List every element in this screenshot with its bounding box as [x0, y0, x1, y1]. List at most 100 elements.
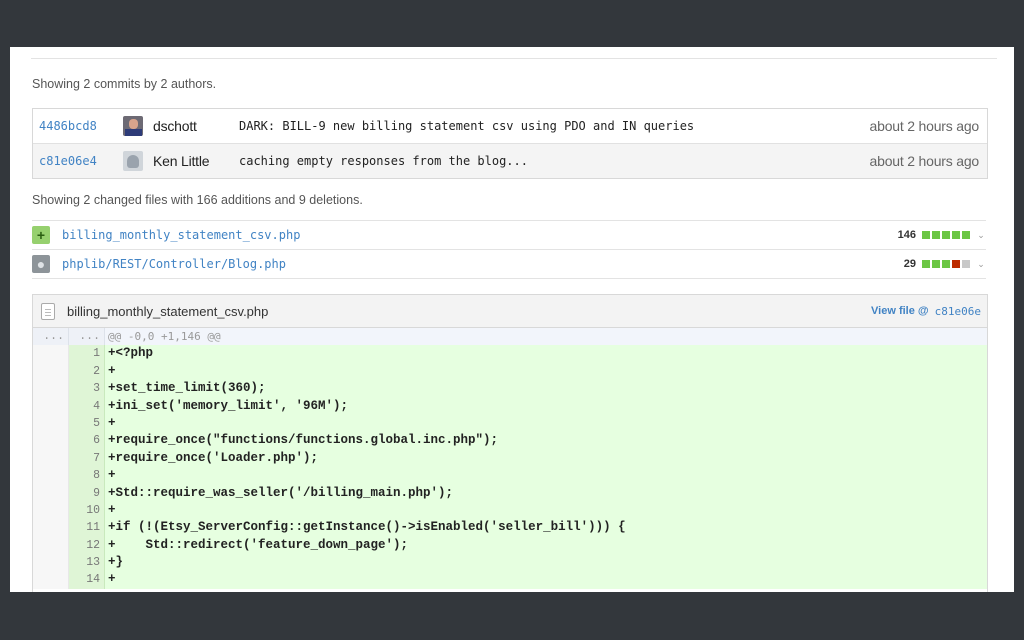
- code-line: +set_time_limit(360);: [105, 380, 987, 398]
- diffstat-block: [922, 260, 930, 268]
- new-line-number[interactable]: 11: [69, 519, 105, 537]
- changed-files-list: + billing_monthly_statement_csv.php 146 …: [32, 220, 986, 279]
- old-line-number[interactable]: [33, 432, 69, 450]
- old-line-number[interactable]: [33, 414, 69, 433]
- commit-message[interactable]: caching empty responses from the blog...: [239, 154, 870, 168]
- diff-line: 9 +Std::require_was_seller('/billing_main…: [33, 484, 987, 502]
- commit-author[interactable]: dschott: [153, 118, 239, 134]
- commits-summary: Showing 2 commits by 2 authors.: [32, 77, 217, 91]
- diffstat-bar: [922, 231, 970, 239]
- slide: Showing 2 commits by 2 authors. 4486bcd8…: [10, 47, 1014, 592]
- file-link[interactable]: billing_monthly_statement_csv.php: [62, 228, 898, 242]
- commit-list: 4486bcd8 dschott DARK: BILL-9 new billin…: [32, 108, 988, 179]
- new-line-number[interactable]: 13: [69, 554, 105, 572]
- diff-line: 1 +<?php: [33, 345, 987, 363]
- code-line: +Std::require_was_seller('/billing_main.…: [105, 484, 987, 502]
- code-line: +: [105, 501, 987, 520]
- diffstat-block: [952, 260, 960, 268]
- new-line-number[interactable]: 8: [69, 467, 105, 485]
- commit-author[interactable]: Ken Little: [153, 153, 239, 169]
- diff-line: 11 +if (!(Etsy_ServerConfig::getInstance(…: [33, 519, 987, 537]
- old-line-number[interactable]: ...: [33, 328, 69, 346]
- code-line: +require_once("functions/functions.globa…: [105, 432, 987, 450]
- change-count: 146: [897, 229, 916, 241]
- commit-row: c81e06e4 Ken Little caching empty respon…: [33, 143, 987, 178]
- diffstat-block: [922, 231, 930, 239]
- code-line: +<?php: [105, 345, 987, 363]
- diffstat-block: [932, 260, 940, 268]
- new-line-number[interactable]: 4: [69, 397, 105, 415]
- hunk-header: ... ... @@ -0,0 +1,146 @@: [33, 328, 987, 346]
- file-diff: billing_monthly_statement_csv.php View f…: [32, 294, 988, 592]
- code-line: +: [105, 467, 987, 485]
- diff-line: 6 +require_once("functions/functions.glob…: [33, 432, 987, 450]
- old-line-number[interactable]: [33, 571, 69, 589]
- hunk-text: @@ -0,0 +1,146 @@: [105, 328, 987, 346]
- code-line: + Std::redirect('feature_down_page');: [105, 536, 987, 555]
- changed-file-row: + billing_monthly_statement_csv.php 146 …: [32, 221, 986, 250]
- diff-line: 10 +: [33, 501, 987, 520]
- diff-line: 13 +}: [33, 554, 987, 572]
- new-line-number[interactable]: 9: [69, 484, 105, 502]
- commit-time: about 2 hours ago: [869, 153, 980, 169]
- new-line-number[interactable]: 10: [69, 501, 105, 520]
- diffstat-block: [942, 260, 950, 268]
- code-line: +: [105, 414, 987, 433]
- old-line-number[interactable]: [33, 467, 69, 485]
- commit-row: 4486bcd8 dschott DARK: BILL-9 new billin…: [33, 109, 987, 143]
- old-line-number[interactable]: [33, 536, 69, 555]
- code-line: +: [105, 362, 987, 381]
- diffstat-block: [932, 231, 940, 239]
- jump-to-file-icon[interactable]: ⌄: [976, 230, 986, 241]
- commit-message[interactable]: DARK: BILL-9 new billing statement csv u…: [239, 119, 870, 133]
- diff-filename: billing_monthly_statement_csv.php: [67, 303, 269, 319]
- new-line-number[interactable]: ...: [69, 328, 105, 346]
- code-line: +if (!(Etsy_ServerConfig::getInstance()-…: [105, 519, 987, 537]
- commit-time: about 2 hours ago: [869, 118, 980, 134]
- jump-to-file-icon[interactable]: ⌄: [976, 259, 986, 270]
- diff-lines: 1 +<?php 2 +3 +set_time_limit(360); 4 +ini_set…: [33, 345, 987, 589]
- diffstat-block: [952, 231, 960, 239]
- old-line-number[interactable]: [33, 501, 69, 520]
- diff-line: 5 +: [33, 414, 987, 433]
- file-link[interactable]: phplib/REST/Controller/Blog.php: [62, 257, 904, 271]
- code-line: +ini_set('memory_limit', '96M');: [105, 397, 987, 415]
- new-line-number[interactable]: 14: [69, 571, 105, 589]
- old-line-number[interactable]: [33, 345, 69, 363]
- files-summary: Showing 2 changed files with 166 additio…: [32, 193, 363, 207]
- code-line: +require_once('Loader.php');: [105, 449, 987, 468]
- diff-header: billing_monthly_statement_csv.php View f…: [33, 295, 987, 328]
- diffstat-bar: [922, 260, 970, 268]
- old-line-number[interactable]: [33, 554, 69, 572]
- commit-sha-link[interactable]: 4486bcd8: [33, 119, 123, 133]
- new-line-number[interactable]: 2: [69, 362, 105, 381]
- old-line-number[interactable]: [33, 484, 69, 502]
- old-line-number[interactable]: [33, 449, 69, 468]
- commit-sha-link[interactable]: c81e06e4: [33, 154, 123, 168]
- view-file-link[interactable]: View file @: [871, 305, 929, 317]
- diff-line: 7 +require_once('Loader.php');: [33, 449, 987, 468]
- diffstat-block: [962, 260, 970, 268]
- octocat-avatar[interactable]: [123, 151, 143, 171]
- old-line-number[interactable]: [33, 362, 69, 381]
- diffstat-block: [942, 231, 950, 239]
- diff-line: 3 +set_time_limit(360);: [33, 380, 987, 398]
- old-line-number[interactable]: [33, 397, 69, 415]
- diff-line: 8 +: [33, 467, 987, 485]
- new-line-number[interactable]: 12: [69, 536, 105, 555]
- added-file-icon: +: [32, 226, 50, 244]
- new-line-number[interactable]: 3: [69, 380, 105, 398]
- code-line: +}: [105, 554, 987, 572]
- divider: [31, 58, 997, 59]
- old-line-number[interactable]: [33, 519, 69, 537]
- user-photo-avatar[interactable]: [123, 116, 143, 136]
- view-file-sha[interactable]: c81e06e: [935, 305, 981, 318]
- diff-line: 2 +: [33, 362, 987, 381]
- new-line-number[interactable]: 7: [69, 449, 105, 468]
- new-line-number[interactable]: 5: [69, 414, 105, 433]
- old-line-number[interactable]: [33, 380, 69, 398]
- diffstat-block: [962, 231, 970, 239]
- new-line-number[interactable]: 1: [69, 345, 105, 363]
- new-line-number[interactable]: 6: [69, 432, 105, 450]
- code-line: +: [105, 571, 987, 589]
